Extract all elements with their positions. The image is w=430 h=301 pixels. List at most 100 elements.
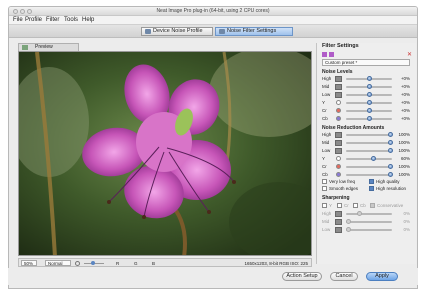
slider-thumb[interactable] bbox=[388, 164, 393, 169]
load-preset-icon[interactable] bbox=[322, 52, 327, 57]
menu-tools[interactable]: Tools bbox=[64, 17, 78, 23]
frequency-swatch-icon bbox=[335, 227, 342, 233]
zoom-select[interactable]: 50% bbox=[21, 260, 37, 266]
device-noise-profile-tab[interactable]: Device Noise Profile bbox=[141, 27, 213, 36]
slider-thumb[interactable] bbox=[388, 148, 393, 153]
frequency-swatch-icon bbox=[335, 76, 342, 82]
loupe-icon[interactable] bbox=[75, 261, 80, 266]
high-quality-label: High quality bbox=[376, 179, 400, 184]
preset-select[interactable]: Custom preset * bbox=[322, 59, 410, 66]
smooth-edges-checkbox[interactable]: Smooth edges bbox=[322, 186, 358, 192]
checkbox-box bbox=[369, 186, 374, 191]
slider-track[interactable] bbox=[346, 158, 392, 160]
channel-color-icon bbox=[336, 116, 341, 121]
slider-label: High bbox=[322, 132, 332, 137]
menu-profile[interactable]: Profile bbox=[25, 17, 42, 23]
reset-preset-icon[interactable]: ✕ bbox=[407, 51, 412, 58]
brightness-slider-thumb[interactable] bbox=[91, 261, 95, 265]
slider-thumb[interactable] bbox=[367, 92, 372, 97]
checkbox-box bbox=[322, 186, 327, 191]
conservative-label: Conservative bbox=[377, 203, 404, 208]
window-title: Neat Image Pro plug-in (64-bit, using 2 … bbox=[156, 8, 270, 14]
slider-thumb[interactable] bbox=[388, 140, 393, 145]
conservative-checkbox[interactable]: Conservative bbox=[370, 203, 403, 209]
menu-filter[interactable]: Filter bbox=[46, 17, 59, 23]
slider-thumb[interactable] bbox=[367, 100, 372, 105]
high-resolution-checkbox[interactable]: High resolution bbox=[369, 186, 406, 192]
channel-r[interactable]: R bbox=[116, 261, 119, 266]
slider-label: Low bbox=[322, 92, 331, 97]
frequency-swatch-icon bbox=[335, 148, 342, 154]
slider-track[interactable] bbox=[346, 229, 392, 231]
frequency-swatch-icon bbox=[335, 211, 342, 217]
apply-button[interactable]: Apply bbox=[366, 272, 398, 281]
cancel-button[interactable]: Cancel bbox=[330, 272, 358, 281]
nl-row-mid: Mid +0% bbox=[322, 84, 410, 90]
slider-track[interactable] bbox=[346, 174, 392, 176]
channel-color-icon bbox=[336, 156, 341, 161]
preview-tab[interactable]: Preview bbox=[18, 43, 79, 51]
nl-row-high: High +0% bbox=[322, 76, 410, 82]
slider-value: 0% bbox=[403, 219, 410, 224]
slider-value: +0% bbox=[400, 76, 410, 81]
slider-track[interactable] bbox=[346, 213, 392, 215]
checkbox-box bbox=[322, 179, 327, 184]
frequency-swatch-icon bbox=[335, 92, 342, 98]
slider-label: Low bbox=[322, 148, 331, 153]
slider-label: Mid bbox=[322, 84, 330, 89]
title-bar: Neat Image Pro plug-in (64-bit, using 2 … bbox=[9, 7, 417, 16]
slider-thumb[interactable] bbox=[346, 227, 351, 232]
slider-thumb[interactable] bbox=[371, 156, 377, 161]
nl-row-y: Y +0% bbox=[322, 100, 410, 106]
slider-label: High bbox=[322, 211, 332, 216]
slider-thumb[interactable] bbox=[388, 172, 393, 177]
slider-thumb[interactable] bbox=[367, 116, 372, 121]
preview-tab-label: Preview bbox=[35, 44, 53, 50]
slider-label: Cb bbox=[322, 116, 328, 121]
frequency-swatch-icon bbox=[335, 140, 342, 146]
slider-label: Cb bbox=[322, 172, 328, 177]
slider-value: 100% bbox=[398, 172, 410, 177]
frequency-swatch-icon bbox=[335, 219, 342, 225]
sharpen-cb-checkbox[interactable]: Cb bbox=[353, 203, 366, 209]
slider-label: Cr bbox=[322, 108, 327, 113]
slider-track[interactable] bbox=[346, 166, 392, 168]
slider-value: +0% bbox=[400, 84, 410, 89]
sharpen-cr-label: Cr bbox=[344, 203, 349, 208]
nr-row-cb: Cb 100% bbox=[322, 172, 410, 178]
filter-settings-icon bbox=[219, 29, 225, 34]
nl-row-low: Low +0% bbox=[322, 92, 410, 98]
slider-thumb[interactable] bbox=[367, 108, 372, 113]
slider-track[interactable] bbox=[346, 142, 392, 144]
slider-thumb[interactable] bbox=[388, 132, 393, 137]
slider-thumb[interactable] bbox=[346, 219, 351, 224]
noise-filter-settings-tab[interactable]: Noise Filter Settings bbox=[215, 27, 293, 36]
channel-b[interactable]: B bbox=[152, 261, 155, 266]
slider-track[interactable] bbox=[346, 221, 392, 223]
flower-photo bbox=[19, 52, 311, 255]
device-profile-icon bbox=[145, 29, 151, 34]
channel-g[interactable]: G bbox=[134, 261, 138, 266]
save-preset-icon[interactable] bbox=[329, 52, 334, 57]
slider-label: Y bbox=[322, 156, 326, 161]
slider-track[interactable] bbox=[346, 150, 392, 152]
menu-bar: File Profile Filter Tools Help bbox=[9, 16, 417, 25]
preview-image[interactable] bbox=[18, 51, 312, 256]
nr-row-mid: Mid 100% bbox=[322, 140, 410, 146]
view-mode-select[interactable]: Normal bbox=[45, 260, 71, 266]
slider-thumb[interactable] bbox=[367, 76, 372, 81]
footer-bar: Action Setup Cancel Apply bbox=[8, 268, 418, 285]
slider-value: +0% bbox=[400, 92, 410, 97]
slider-thumb[interactable] bbox=[367, 84, 372, 89]
slider-value: 100% bbox=[398, 164, 410, 169]
action-setup-button[interactable]: Action Setup bbox=[282, 272, 322, 281]
sharpen-cr-checkbox[interactable]: Cr bbox=[337, 203, 349, 209]
menu-help[interactable]: Help bbox=[82, 17, 94, 23]
slider-thumb[interactable] bbox=[356, 211, 362, 216]
menu-file[interactable]: File bbox=[13, 17, 23, 23]
sharpen-y-checkbox[interactable]: Y bbox=[322, 203, 332, 209]
nl-row-cb: Cb +0% bbox=[322, 116, 410, 122]
very-low-freq-checkbox[interactable]: Very low freq bbox=[322, 179, 355, 185]
high-quality-checkbox[interactable]: High quality bbox=[369, 179, 400, 185]
slider-track[interactable] bbox=[346, 134, 392, 136]
